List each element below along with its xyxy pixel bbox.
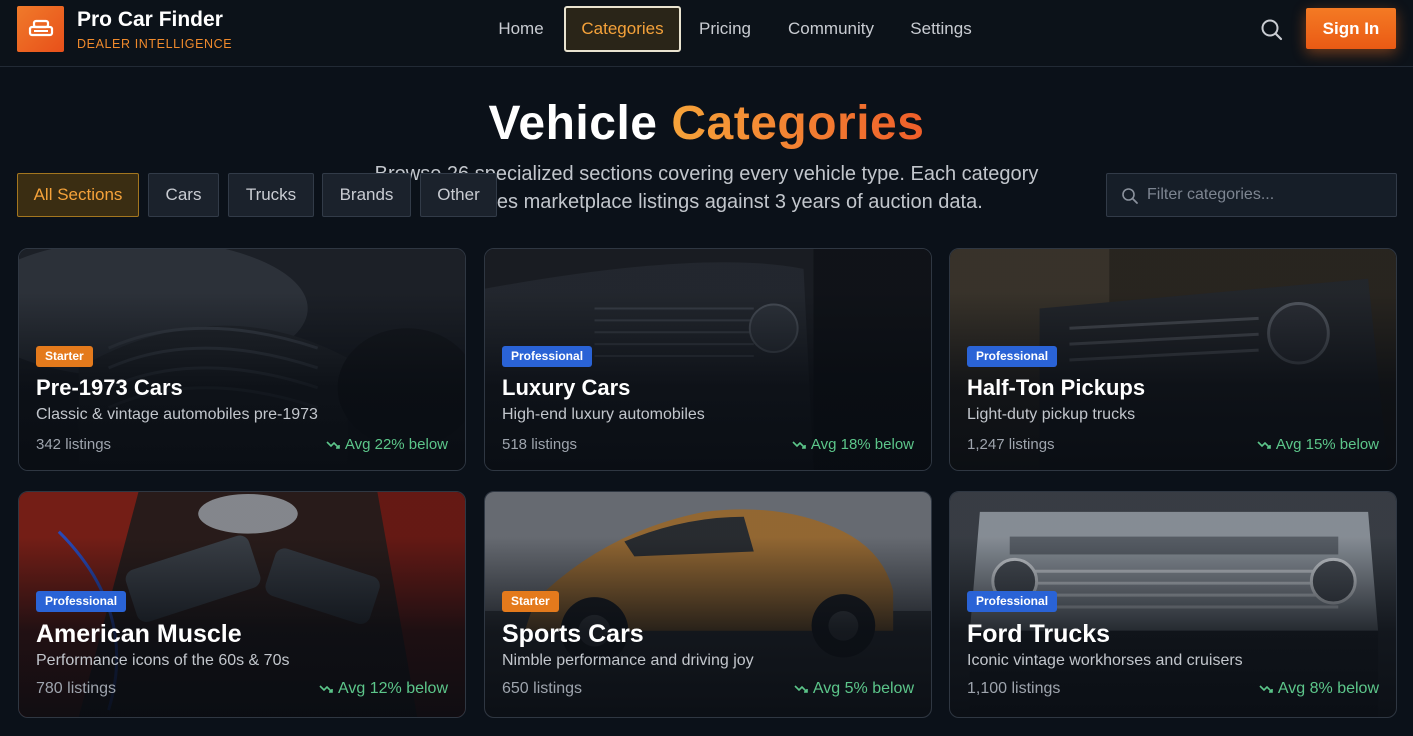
search-icon xyxy=(1261,19,1283,41)
category-card-american-muscle[interactable]: Professional American Muscle Performance… xyxy=(18,491,466,718)
category-filter-search[interactable] xyxy=(1106,173,1397,217)
tier-badge: Professional xyxy=(967,591,1058,612)
listing-count: 780 listings xyxy=(36,680,117,697)
trend-down-icon xyxy=(319,685,333,693)
top-header: Pro Car Finder DEALER INTELLIGENCE Home … xyxy=(0,0,1413,67)
price-trend: Avg 15% below xyxy=(1257,436,1379,453)
search-icon xyxy=(1122,188,1138,204)
logo[interactable] xyxy=(17,6,64,52)
price-trend-label: Avg 12% below xyxy=(338,680,448,697)
card-description: Classic & vintage automobiles pre-1973 xyxy=(36,406,318,423)
tier-badge: Starter xyxy=(36,346,93,367)
category-card-luxury-cars[interactable]: Professional Luxury Cars High-end luxury… xyxy=(484,248,932,471)
filter-chip-other[interactable]: Other xyxy=(420,173,497,217)
brand-title[interactable]: Pro Car Finder xyxy=(77,8,223,32)
price-trend-label: Avg 22% below xyxy=(344,436,448,453)
category-filter-input[interactable] xyxy=(1147,174,1387,216)
brand-subtitle: DEALER INTELLIGENCE xyxy=(77,37,233,51)
price-trend-label: Avg 5% below xyxy=(812,680,914,697)
nav-home[interactable]: Home xyxy=(489,6,553,52)
listing-count: 1,247 listings xyxy=(967,436,1055,453)
listing-count: 518 listings xyxy=(502,436,578,453)
listing-count: 1,100 listings xyxy=(967,680,1061,697)
price-trend-label: Avg 8% below xyxy=(1277,680,1379,697)
card-title: American Muscle xyxy=(36,620,242,648)
card-title: Half-Ton Pickups xyxy=(967,375,1146,400)
filter-chip-all-sections[interactable]: All Sections xyxy=(17,173,139,217)
tier-badge: Professional xyxy=(502,346,593,367)
filter-chip-cars[interactable]: Cars xyxy=(148,173,219,217)
header-search-button[interactable] xyxy=(1258,16,1288,44)
card-title: Sports Cars xyxy=(502,620,644,648)
nav-community[interactable]: Community xyxy=(779,6,883,52)
tier-badge: Professional xyxy=(36,591,127,612)
category-card-pre-1973-cars[interactable]: Starter Pre-1973 Cars Classic & vintage … xyxy=(18,248,466,471)
tier-badge: Starter xyxy=(502,591,559,612)
price-trend: Avg 5% below xyxy=(794,680,914,698)
price-trend: Avg 12% below xyxy=(319,680,448,698)
trend-down-icon xyxy=(1259,685,1273,693)
card-description: Performance icons of the 60s & 70s xyxy=(36,652,290,669)
card-description: Iconic vintage workhorses and cruisers xyxy=(967,652,1243,669)
price-trend: Avg 8% below xyxy=(1259,680,1379,698)
trend-down-icon xyxy=(792,440,806,449)
listing-count: 342 listings xyxy=(36,436,112,453)
card-title: Ford Trucks xyxy=(967,620,1111,648)
price-trend-label: Avg 15% below xyxy=(1275,436,1379,453)
trend-down-icon xyxy=(1257,440,1271,449)
page-title: Vehicle Categories xyxy=(0,96,1413,151)
trend-down-icon xyxy=(326,440,340,449)
nav-settings[interactable]: Settings xyxy=(902,6,980,52)
car-icon xyxy=(28,19,53,37)
trend-down-icon xyxy=(794,685,808,693)
page-title-main: Vehicle xyxy=(488,97,658,150)
nav-pricing[interactable]: Pricing xyxy=(692,6,758,52)
category-card-half-ton-pickups[interactable]: Professional Half-Ton Pickups Light-duty… xyxy=(949,248,1397,471)
price-trend: Avg 18% below xyxy=(792,436,914,453)
category-card-sports-cars[interactable]: Starter Sports Cars Nimble performance a… xyxy=(484,491,932,718)
nav-categories[interactable]: Categories xyxy=(564,6,681,52)
price-trend-label: Avg 18% below xyxy=(810,436,914,453)
filter-chip-trucks[interactable]: Trucks xyxy=(228,173,314,217)
sign-in-button[interactable]: Sign In xyxy=(1306,8,1396,49)
card-title: Pre-1973 Cars xyxy=(36,375,183,400)
tier-badge: Professional xyxy=(967,346,1058,367)
card-description: Nimble performance and driving joy xyxy=(502,652,754,669)
price-trend: Avg 22% below xyxy=(326,436,448,453)
card-title: Luxury Cars xyxy=(502,375,631,400)
filter-chip-brands[interactable]: Brands xyxy=(322,173,411,217)
card-description: Light-duty pickup trucks xyxy=(967,406,1136,423)
page-title-accent: Categories xyxy=(671,97,925,150)
category-card-ford-trucks[interactable]: Professional Ford Trucks Iconic vintage … xyxy=(949,491,1397,718)
listing-count: 650 listings xyxy=(502,680,583,697)
card-description: High-end luxury automobiles xyxy=(502,406,705,423)
